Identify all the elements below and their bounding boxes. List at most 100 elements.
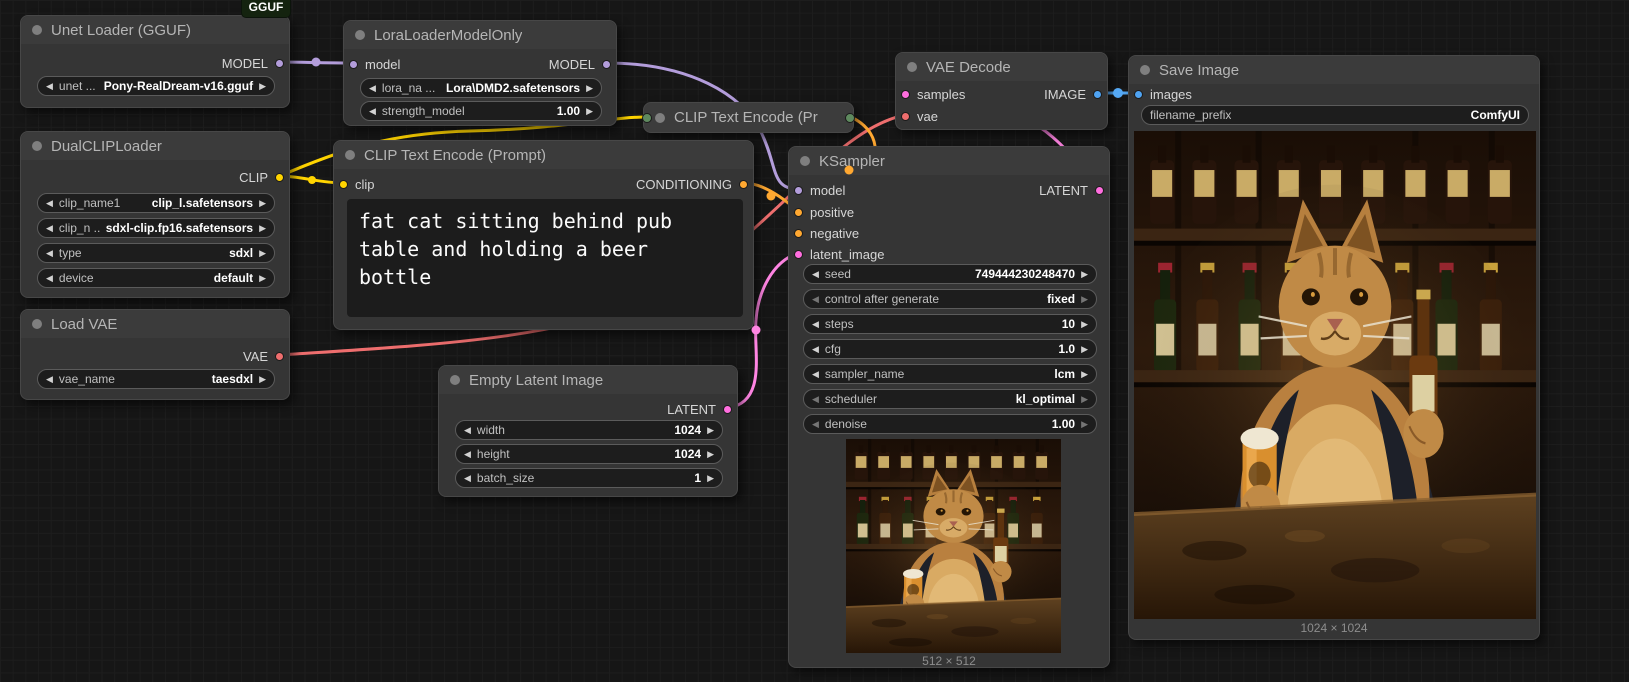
conditioning-output-port[interactable] bbox=[739, 179, 748, 189]
latent-image-input-port[interactable] bbox=[794, 249, 803, 259]
widget-denoise[interactable]: ◀ denoise 1.00 ▶ bbox=[803, 414, 1097, 434]
increment-arrow-icon[interactable]: ▶ bbox=[1081, 369, 1088, 379]
increment-arrow-icon[interactable]: ▶ bbox=[1081, 319, 1088, 329]
increment-arrow-icon[interactable]: ▶ bbox=[586, 83, 593, 93]
vae-input-slot[interactable]: vae bbox=[901, 105, 938, 127]
image-output-port[interactable] bbox=[1093, 89, 1102, 99]
increment-arrow-icon[interactable]: ▶ bbox=[259, 198, 266, 208]
positive-input-slot[interactable]: positive bbox=[794, 201, 854, 223]
increment-arrow-icon[interactable]: ▶ bbox=[1081, 294, 1088, 304]
increment-arrow-icon[interactable]: ▶ bbox=[707, 449, 714, 459]
widget-type[interactable]: ◀ type sdxl ▶ bbox=[37, 243, 275, 263]
clip-output-slot[interactable]: CLIP bbox=[239, 166, 284, 188]
widget-control-after-generate[interactable]: ◀ control after generate fixed ▶ bbox=[803, 289, 1097, 309]
node-lora-loader[interactable]: LoraLoaderModelOnly model MODEL ◀ lora_n… bbox=[343, 20, 617, 126]
model-output-port[interactable] bbox=[275, 58, 284, 68]
widget-steps[interactable]: ◀ steps 10 ▶ bbox=[803, 314, 1097, 334]
collapse-toggle-icon[interactable] bbox=[355, 30, 365, 40]
widget-device[interactable]: ◀ device default ▶ bbox=[37, 268, 275, 288]
model-input-port[interactable] bbox=[794, 185, 803, 195]
decrement-arrow-icon[interactable]: ◀ bbox=[46, 273, 53, 283]
decrement-arrow-icon[interactable]: ◀ bbox=[464, 449, 471, 459]
decrement-arrow-icon[interactable]: ◀ bbox=[46, 81, 53, 91]
images-input-slot[interactable]: images bbox=[1134, 83, 1192, 105]
node-clip-encode-negative-collapsed[interactable]: CLIP Text Encode (Pr bbox=[642, 102, 855, 133]
latent-output-slot[interactable]: LATENT bbox=[1039, 179, 1104, 201]
node-header[interactable]: Unet Loader (GGUF) bbox=[21, 16, 289, 44]
widget-vae-name[interactable]: ◀ vae_name taesdxl ▶ bbox=[37, 369, 275, 389]
decrement-arrow-icon[interactable]: ◀ bbox=[812, 269, 819, 279]
widget-batch-size[interactable]: ◀ batch_size 1 ▶ bbox=[455, 468, 723, 488]
widget-scheduler[interactable]: ◀ scheduler kl_optimal ▶ bbox=[803, 389, 1097, 409]
vae-output-slot[interactable]: VAE bbox=[243, 345, 284, 367]
decrement-arrow-icon[interactable]: ◀ bbox=[464, 473, 471, 483]
negative-input-slot[interactable]: negative bbox=[794, 222, 859, 244]
decrement-arrow-icon[interactable]: ◀ bbox=[812, 369, 819, 379]
widget-clip-name2[interactable]: ◀ clip_n ... sdxl-clip.fp16.safetensors … bbox=[37, 218, 275, 238]
widget-strength-model[interactable]: ◀ strength_model 1.00 ▶ bbox=[360, 101, 602, 121]
vae-output-port[interactable] bbox=[275, 351, 284, 361]
node-ksampler[interactable]: KSampler model LATENT positive negative … bbox=[788, 146, 1110, 668]
decrement-arrow-icon[interactable]: ◀ bbox=[812, 294, 819, 304]
clip-input-slot[interactable]: clip bbox=[339, 173, 375, 195]
increment-arrow-icon[interactable]: ▶ bbox=[707, 473, 714, 483]
node-clip-encode-prompt[interactable]: CLIP Text Encode (Prompt) clip CONDITION… bbox=[333, 140, 754, 330]
increment-arrow-icon[interactable]: ▶ bbox=[586, 106, 593, 116]
increment-arrow-icon[interactable]: ▶ bbox=[1081, 269, 1088, 279]
increment-arrow-icon[interactable]: ▶ bbox=[1081, 344, 1088, 354]
latent-image-input-slot[interactable]: latent_image bbox=[794, 243, 884, 265]
negative-input-port[interactable] bbox=[794, 228, 803, 238]
widget-width[interactable]: ◀ width 1024 ▶ bbox=[455, 420, 723, 440]
widget-height[interactable]: ◀ height 1024 ▶ bbox=[455, 444, 723, 464]
increment-arrow-icon[interactable]: ▶ bbox=[259, 223, 266, 233]
node-save-image[interactable]: Save Image images filename_prefix ComfyU… bbox=[1128, 55, 1540, 640]
node-load-vae[interactable]: Load VAE VAE ◀ vae_name taesdxl ▶ bbox=[20, 309, 290, 400]
decrement-arrow-icon[interactable]: ◀ bbox=[46, 198, 53, 208]
collapse-toggle-icon[interactable] bbox=[345, 150, 355, 160]
model-output-slot[interactable]: MODEL bbox=[222, 52, 284, 74]
increment-arrow-icon[interactable]: ▶ bbox=[259, 248, 266, 258]
node-header[interactable]: KSampler bbox=[789, 147, 1109, 175]
collapse-toggle-icon[interactable] bbox=[32, 319, 42, 329]
model-input-slot[interactable]: model bbox=[349, 53, 400, 75]
node-graph-canvas[interactable]: GGUF Unet Loader (GGUF) MODEL ◀ unet ...… bbox=[0, 0, 1629, 682]
widget-seed[interactable]: ◀ seed 749444230248470 ▶ bbox=[803, 264, 1097, 284]
node-header[interactable]: Load VAE bbox=[21, 310, 289, 338]
node-header[interactable]: LoraLoaderModelOnly bbox=[344, 21, 616, 49]
model-input-slot[interactable]: model bbox=[794, 179, 845, 201]
node-unet-loader[interactable]: Unet Loader (GGUF) MODEL ◀ unet ... Pony… bbox=[20, 15, 290, 108]
node-header[interactable]: Empty Latent Image bbox=[439, 366, 737, 394]
latent-output-port[interactable] bbox=[1095, 185, 1104, 195]
node-header[interactable]: CLIP Text Encode (Prompt) bbox=[334, 141, 753, 169]
collapse-toggle-icon[interactable] bbox=[32, 141, 42, 151]
decrement-arrow-icon[interactable]: ◀ bbox=[812, 344, 819, 354]
clip-input-port[interactable] bbox=[339, 179, 348, 189]
widget-unet-name[interactable]: ◀ unet ... Pony-RealDream-v16.gguf ▶ bbox=[37, 76, 275, 96]
increment-arrow-icon[interactable]: ▶ bbox=[259, 81, 266, 91]
decrement-arrow-icon[interactable]: ◀ bbox=[46, 374, 53, 384]
samples-input-port[interactable] bbox=[901, 89, 910, 99]
prompt-textarea[interactable]: fat cat sitting behind pub table and hol… bbox=[347, 199, 743, 317]
collapse-toggle-icon[interactable] bbox=[32, 25, 42, 35]
images-input-port[interactable] bbox=[1134, 89, 1143, 99]
collapse-toggle-icon[interactable] bbox=[907, 62, 917, 72]
collapse-toggle-icon[interactable] bbox=[655, 112, 665, 123]
decrement-arrow-icon[interactable]: ◀ bbox=[46, 223, 53, 233]
decrement-arrow-icon[interactable]: ◀ bbox=[812, 394, 819, 404]
increment-arrow-icon[interactable]: ▶ bbox=[1081, 394, 1088, 404]
node-header[interactable]: CLIP Text Encode (Pr bbox=[644, 103, 853, 132]
decrement-arrow-icon[interactable]: ◀ bbox=[812, 319, 819, 329]
decrement-arrow-icon[interactable]: ◀ bbox=[46, 248, 53, 258]
samples-input-slot[interactable]: samples bbox=[901, 83, 965, 105]
collapsed-input-port[interactable] bbox=[642, 112, 652, 123]
increment-arrow-icon[interactable]: ▶ bbox=[707, 425, 714, 435]
increment-arrow-icon[interactable]: ▶ bbox=[259, 374, 266, 384]
widget-sampler-name[interactable]: ◀ sampler_name lcm ▶ bbox=[803, 364, 1097, 384]
model-input-port[interactable] bbox=[349, 59, 358, 69]
collapse-toggle-icon[interactable] bbox=[450, 375, 460, 385]
node-empty-latent-image[interactable]: Empty Latent Image LATENT ◀ width 1024 ▶… bbox=[438, 365, 738, 497]
latent-output-port[interactable] bbox=[723, 404, 732, 414]
latent-output-slot[interactable]: LATENT bbox=[667, 398, 732, 420]
collapsed-output-port[interactable] bbox=[845, 112, 855, 123]
image-output-slot[interactable]: IMAGE bbox=[1044, 83, 1102, 105]
